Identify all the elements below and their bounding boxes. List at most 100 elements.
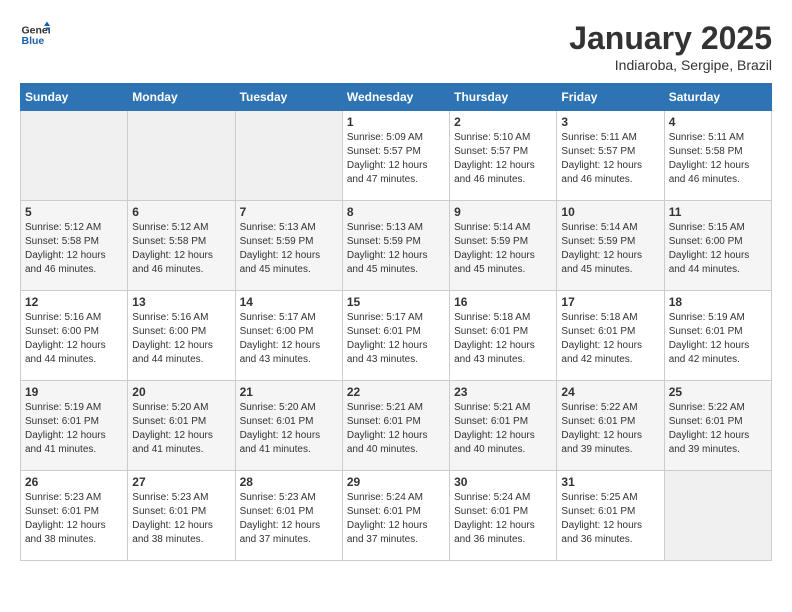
calendar-cell: 26 Sunrise: 5:23 AM Sunset: 6:01 PM Dayli… — [21, 471, 128, 561]
calendar-cell: 4 Sunrise: 5:11 AM Sunset: 5:58 PM Daylig… — [664, 111, 771, 201]
calendar-cell — [235, 111, 342, 201]
day-number: 20 — [132, 385, 230, 399]
day-number: 31 — [561, 475, 659, 489]
calendar-cell: 11Sunrise: 5:15 AM Sunset: 6:00 PM Dayli… — [664, 201, 771, 291]
header-day-thursday: Thursday — [450, 84, 557, 111]
day-info: Sunrise: 5:21 AM Sunset: 6:01 PM Dayligh… — [454, 401, 552, 457]
day-number: 23 — [454, 385, 552, 399]
calendar-cell — [664, 471, 771, 561]
day-info: Sunrise: 5:09 AM Sunset: 5:57 PM Dayligh… — [347, 131, 445, 187]
calendar-cell: 31 Sunrise: 5:25 AM Sunset: 6:01 PM Dayli… — [557, 471, 664, 561]
week-row-2: 5 Sunrise: 5:12 AM Sunset: 5:58 PM Daylig… — [21, 201, 772, 291]
day-number: 9 — [454, 205, 552, 219]
day-info: Sunrise: 5:24 AM Sunset: 6:01 PM Dayligh… — [347, 491, 445, 547]
day-info: Sunrise: 5:23 AM Sunset: 6:01 PM Dayligh… — [240, 491, 338, 547]
day-number: 22 — [347, 385, 445, 399]
week-row-5: 26 Sunrise: 5:23 AM Sunset: 6:01 PM Dayli… — [21, 471, 772, 561]
day-number: 15 — [347, 295, 445, 309]
calendar-cell: 10Sunrise: 5:14 AM Sunset: 5:59 PM Dayli… — [557, 201, 664, 291]
calendar-cell: 24 Sunrise: 5:22 AM Sunset: 6:01 PM Dayli… — [557, 381, 664, 471]
day-number: 16 — [454, 295, 552, 309]
week-row-3: 12 Sunrise: 5:16 AM Sunset: 6:00 PM Dayli… — [21, 291, 772, 381]
calendar-cell: 13 Sunrise: 5:16 AM Sunset: 6:00 PM Dayli… — [128, 291, 235, 381]
day-number: 29 — [347, 475, 445, 489]
calendar-cell — [21, 111, 128, 201]
day-number: 7 — [240, 205, 338, 219]
header-day-saturday: Saturday — [664, 84, 771, 111]
calendar-cell: 23 Sunrise: 5:21 AM Sunset: 6:01 PM Dayli… — [450, 381, 557, 471]
day-info: Sunrise: 5:18 AM Sunset: 6:01 PM Dayligh… — [561, 311, 659, 367]
day-number: 2 — [454, 115, 552, 129]
logo: General Blue — [20, 20, 50, 50]
day-info: Sunrise: 5:22 AM Sunset: 6:01 PM Dayligh… — [561, 401, 659, 457]
day-info: Sunrise: 5:11 AM Sunset: 5:58 PM Dayligh… — [669, 131, 767, 187]
day-info: Sunrise: 5:20 AM Sunset: 6:01 PM Dayligh… — [240, 401, 338, 457]
main-title: January 2025 — [569, 20, 772, 57]
calendar-cell: 29 Sunrise: 5:24 AM Sunset: 6:01 PM Dayli… — [342, 471, 449, 561]
day-info: Sunrise: 5:16 AM Sunset: 6:00 PM Dayligh… — [132, 311, 230, 367]
day-number: 8 — [347, 205, 445, 219]
day-info: Sunrise: 5:10 AM Sunset: 5:57 PM Dayligh… — [454, 131, 552, 187]
day-number: 24 — [561, 385, 659, 399]
day-number: 19 — [25, 385, 123, 399]
day-number: 26 — [25, 475, 123, 489]
calendar-cell: 30Sunrise: 5:24 AM Sunset: 6:01 PM Dayli… — [450, 471, 557, 561]
day-info: Sunrise: 5:12 AM Sunset: 5:58 PM Dayligh… — [132, 221, 230, 277]
day-number: 3 — [561, 115, 659, 129]
day-number: 28 — [240, 475, 338, 489]
calendar-cell: 15 Sunrise: 5:17 AM Sunset: 6:01 PM Dayli… — [342, 291, 449, 381]
day-info: Sunrise: 5:22 AM Sunset: 6:01 PM Dayligh… — [669, 401, 767, 457]
calendar-cell: 3 Sunrise: 5:11 AM Sunset: 5:57 PM Daylig… — [557, 111, 664, 201]
day-info: Sunrise: 5:23 AM Sunset: 6:01 PM Dayligh… — [25, 491, 123, 547]
header: General Blue January 2025 Indiaroba, Ser… — [20, 20, 772, 73]
day-info: Sunrise: 5:17 AM Sunset: 6:00 PM Dayligh… — [240, 311, 338, 367]
calendar-cell: 12 Sunrise: 5:16 AM Sunset: 6:00 PM Dayli… — [21, 291, 128, 381]
subtitle: Indiaroba, Sergipe, Brazil — [569, 57, 772, 73]
day-number: 6 — [132, 205, 230, 219]
day-info: Sunrise: 5:24 AM Sunset: 6:01 PM Dayligh… — [454, 491, 552, 547]
header-day-monday: Monday — [128, 84, 235, 111]
calendar-cell: 20 Sunrise: 5:20 AM Sunset: 6:01 PM Dayli… — [128, 381, 235, 471]
day-info: Sunrise: 5:13 AM Sunset: 5:59 PM Dayligh… — [240, 221, 338, 277]
calendar-cell: 16Sunrise: 5:18 AM Sunset: 6:01 PM Dayli… — [450, 291, 557, 381]
week-row-4: 19 Sunrise: 5:19 AM Sunset: 6:01 PM Dayli… — [21, 381, 772, 471]
day-number: 1 — [347, 115, 445, 129]
calendar-cell: 1 Sunrise: 5:09 AM Sunset: 5:57 PM Daylig… — [342, 111, 449, 201]
day-number: 4 — [669, 115, 767, 129]
day-info: Sunrise: 5:17 AM Sunset: 6:01 PM Dayligh… — [347, 311, 445, 367]
day-number: 13 — [132, 295, 230, 309]
calendar-cell: 25Sunrise: 5:22 AM Sunset: 6:01 PM Dayli… — [664, 381, 771, 471]
header-day-tuesday: Tuesday — [235, 84, 342, 111]
calendar-cell: 6 Sunrise: 5:12 AM Sunset: 5:58 PM Daylig… — [128, 201, 235, 291]
calendar-cell: 28 Sunrise: 5:23 AM Sunset: 6:01 PM Dayli… — [235, 471, 342, 561]
calendar-cell: 18 Sunrise: 5:19 AM Sunset: 6:01 PM Dayli… — [664, 291, 771, 381]
day-info: Sunrise: 5:11 AM Sunset: 5:57 PM Dayligh… — [561, 131, 659, 187]
calendar-cell: 21 Sunrise: 5:20 AM Sunset: 6:01 PM Dayli… — [235, 381, 342, 471]
day-number: 12 — [25, 295, 123, 309]
day-number: 17 — [561, 295, 659, 309]
day-info: Sunrise: 5:20 AM Sunset: 6:01 PM Dayligh… — [132, 401, 230, 457]
day-info: Sunrise: 5:13 AM Sunset: 5:59 PM Dayligh… — [347, 221, 445, 277]
day-info: Sunrise: 5:25 AM Sunset: 6:01 PM Dayligh… — [561, 491, 659, 547]
day-number: 10 — [561, 205, 659, 219]
day-number: 18 — [669, 295, 767, 309]
calendar-cell: 19 Sunrise: 5:19 AM Sunset: 6:01 PM Dayli… — [21, 381, 128, 471]
day-info: Sunrise: 5:19 AM Sunset: 6:01 PM Dayligh… — [669, 311, 767, 367]
header-day-friday: Friday — [557, 84, 664, 111]
day-info: Sunrise: 5:23 AM Sunset: 6:01 PM Dayligh… — [132, 491, 230, 547]
day-info: Sunrise: 5:15 AM Sunset: 6:00 PM Dayligh… — [669, 221, 767, 277]
header-row: SundayMondayTuesdayWednesdayThursdayFrid… — [21, 84, 772, 111]
calendar-cell — [128, 111, 235, 201]
day-info: Sunrise: 5:16 AM Sunset: 6:00 PM Dayligh… — [25, 311, 123, 367]
day-number: 5 — [25, 205, 123, 219]
day-info: Sunrise: 5:19 AM Sunset: 6:01 PM Dayligh… — [25, 401, 123, 457]
day-info: Sunrise: 5:14 AM Sunset: 5:59 PM Dayligh… — [454, 221, 552, 277]
calendar-cell: 22Sunrise: 5:21 AM Sunset: 6:01 PM Dayli… — [342, 381, 449, 471]
calendar-cell: 2 Sunrise: 5:10 AM Sunset: 5:57 PM Daylig… — [450, 111, 557, 201]
calendar-cell: 17 Sunrise: 5:18 AM Sunset: 6:01 PM Dayli… — [557, 291, 664, 381]
day-number: 27 — [132, 475, 230, 489]
day-number: 21 — [240, 385, 338, 399]
calendar-cell: 5Sunrise: 5:12 AM Sunset: 5:58 PM Daylig… — [21, 201, 128, 291]
header-day-sunday: Sunday — [21, 84, 128, 111]
calendar-cell: 9 Sunrise: 5:14 AM Sunset: 5:59 PM Daylig… — [450, 201, 557, 291]
